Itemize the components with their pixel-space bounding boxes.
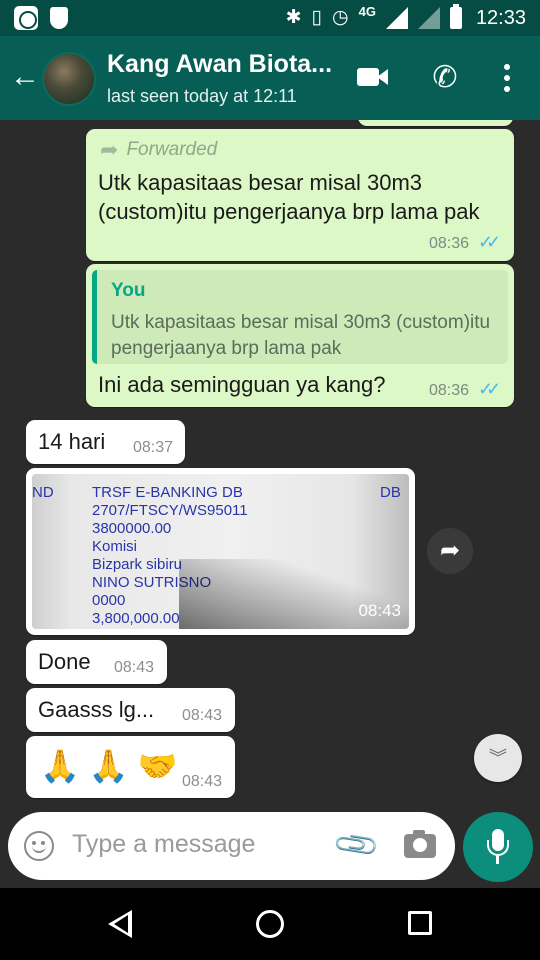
battery-icon: [449, 4, 462, 29]
message-time: 08:37: [133, 439, 174, 456]
quoted-message[interactable]: You Utk kapasitaas besar misal 30m3 (cus…: [92, 270, 508, 364]
message-time: 08:43: [182, 773, 223, 790]
bluetooth-icon: ✱: [285, 7, 302, 28]
message-bubble-incoming[interactable]: 🙏 🙏 🤝 08:43: [26, 736, 235, 798]
emoji-message: 🙏 🙏 🤝: [40, 748, 178, 784]
clock: 12:33: [475, 6, 526, 29]
emoji-icon[interactable]: [24, 831, 54, 861]
image-text-fragment: ND: [32, 484, 54, 501]
message-bubble-outgoing[interactable]: ➦ Forwarded Utk kapasitaas besar misal 3…: [86, 129, 514, 261]
chat-header: ← Kang Awan Biota... last seen today at …: [0, 36, 540, 120]
message-text: Gaasss lg...: [38, 697, 155, 722]
forwarded-label: ➦ Forwarded: [100, 137, 218, 162]
read-receipt-icon: ✓✓: [478, 379, 501, 399]
video-call-icon[interactable]: [355, 60, 391, 96]
nav-back-icon[interactable]: [108, 910, 132, 938]
message-text: Utk kapasitaas besar misal 30m3 (custom)…: [98, 170, 480, 224]
contact-name[interactable]: Kang Awan Biota...: [107, 50, 332, 79]
nav-recents-icon[interactable]: [408, 911, 432, 935]
message-bubble-incoming[interactable]: 14 hari 08:37: [26, 420, 185, 464]
image-text-fragment: DB: [380, 484, 401, 501]
attach-icon[interactable]: 📎: [331, 820, 382, 871]
signal-secondary-icon: [417, 7, 440, 29]
message-time: 08:43: [114, 659, 155, 676]
message-input[interactable]: Type a message: [72, 830, 255, 859]
last-seen-status: last seen today at 12:11: [107, 86, 297, 106]
image-text-line: 3,800,000.00: [92, 610, 180, 627]
message-time: 08:36: [429, 235, 470, 252]
image-text-line: 3800000.00: [92, 520, 172, 537]
image-text-line: Komisi: [92, 538, 138, 555]
navigation-bar: [0, 888, 540, 960]
message-time: 08:43: [182, 707, 223, 724]
message-time: 08:36: [429, 382, 470, 399]
message-bubble-incoming[interactable]: Done 08:43: [26, 640, 167, 684]
message-text: Ini ada semingguan ya kang?: [98, 372, 386, 397]
message-time: 08:43: [358, 601, 401, 620]
camera-icon[interactable]: [404, 830, 436, 858]
contact-avatar[interactable]: [42, 52, 96, 106]
back-arrow-icon[interactable]: ←: [10, 60, 40, 94]
alarm-icon: ◷: [332, 7, 349, 28]
scroll-to-bottom-icon[interactable]: ︾: [474, 734, 522, 782]
quoted-text: Utk kapasitaas besar misal 30m3 (custom)…: [111, 312, 491, 359]
phone-call-icon[interactable]: ✆: [427, 60, 463, 96]
message-text: 14 hari: [38, 429, 106, 454]
message-composer[interactable]: Type a message 📎: [8, 812, 455, 880]
read-receipt-icon: ✓✓: [478, 232, 501, 252]
signal-icon: [385, 7, 408, 29]
previous-message-bubble: [358, 120, 513, 126]
image-message-bubble[interactable]: ND DB TRSF E-BANKING DB 2707/FTSCY/WS950…: [26, 468, 415, 635]
microphone-icon[interactable]: [463, 812, 533, 882]
nav-home-icon[interactable]: [256, 910, 284, 938]
message-bubble-incoming[interactable]: Gaasss lg... 08:43: [26, 688, 235, 732]
image-thumbnail[interactable]: ND DB TRSF E-BANKING DB 2707/FTSCY/WS950…: [32, 474, 409, 629]
vibrate-icon: ▯: [311, 7, 322, 28]
app-notification-icon: [14, 6, 38, 30]
more-options-icon[interactable]: [490, 60, 524, 96]
network-type: 4G: [358, 3, 376, 19]
shield-icon: [50, 7, 68, 29]
image-text-line: 2707/FTSCY/WS95011: [92, 502, 248, 519]
status-bar: ✱ ▯ ◷ 4G 12:33: [0, 0, 540, 36]
message-bubble-outgoing[interactable]: You Utk kapasitaas besar misal 30m3 (cus…: [86, 264, 514, 407]
image-text-line: Bizpark sibiru: [92, 556, 183, 573]
quoted-author: You: [111, 280, 146, 301]
message-text: Done: [38, 649, 91, 674]
forward-icon: ➦: [100, 137, 119, 162]
image-text-line: TRSF E-BANKING DB: [92, 484, 243, 501]
message-list[interactable]: ➦ Forwarded Utk kapasitaas besar misal 3…: [0, 120, 540, 888]
share-forward-icon[interactable]: ➦: [427, 528, 473, 574]
image-text-line: 0000: [92, 592, 126, 609]
